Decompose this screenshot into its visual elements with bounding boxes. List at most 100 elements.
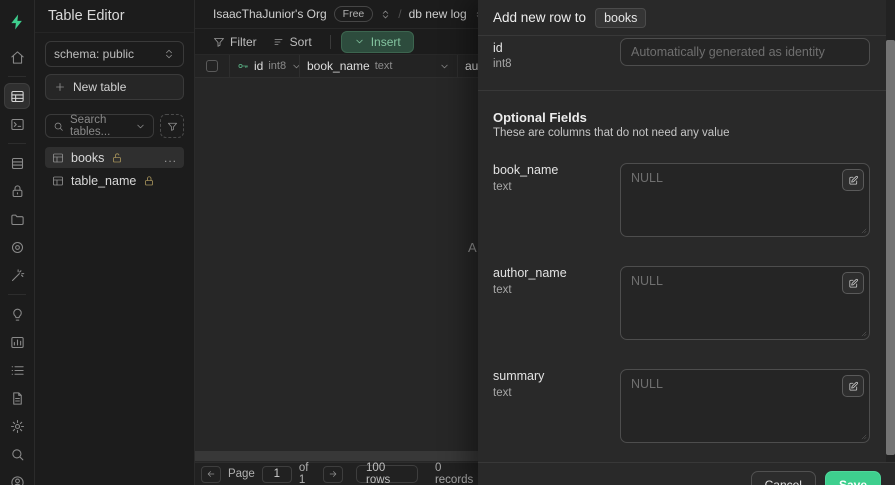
advisors-lightbulb-icon[interactable] [4,301,30,327]
grid-header-row: id int8 book_name text author_name [195,55,478,78]
table-editor-icon[interactable] [4,83,30,109]
edit-pencil-icon [848,278,859,289]
sort-label: Sort [289,34,312,49]
pagination-bar: Page of 1 100 rows 0 records [195,462,478,485]
book-name-textarea[interactable] [620,163,870,237]
column-name: author_name [465,59,478,73]
column-type: int8 [268,60,287,72]
rail-divider [8,143,26,144]
column-header-author-name[interactable]: author_name [458,55,478,77]
search-tables-input[interactable]: Search tables... [45,114,154,138]
expand-editor-button[interactable] [842,169,864,191]
breadcrumb: IsaacThaJunior's Org Free / db new log /… [195,0,478,29]
filter-button[interactable]: Filter [205,32,265,52]
auth-lock-icon[interactable] [4,178,30,204]
expand-editor-button[interactable] [842,272,864,294]
arrow-left-icon [206,469,216,479]
table-name-chip: books [595,7,647,28]
insert-button[interactable]: Insert [340,30,414,53]
edge-functions-icon[interactable] [4,234,30,260]
resize-handle[interactable] [859,226,867,234]
lock-icon [143,175,155,187]
table-icon [52,175,64,187]
panel-title: Add new row to [493,10,587,25]
next-page-button[interactable] [323,465,344,483]
project-name[interactable]: db new log [409,7,467,21]
edit-pencil-icon [848,381,859,392]
plus-icon [54,81,66,93]
funnel-icon [167,121,178,132]
search-icon[interactable] [4,441,30,467]
panel-divider [478,90,886,91]
sort-lines-icon [273,36,285,48]
chevron-down-icon[interactable] [291,61,299,72]
row-menu-dots-icon[interactable]: ... [164,152,177,164]
logs-list-icon[interactable] [4,357,30,383]
table-filter-button[interactable] [160,114,184,138]
new-table-button[interactable]: New table [45,74,184,100]
horizontal-scrollbar[interactable] [195,450,478,462]
nav-rail [0,0,35,485]
optional-fields-title: Optional Fields [493,110,587,125]
supabase-logo-icon[interactable] [4,9,30,35]
records-count: 0 records [434,462,474,485]
breadcrumb-separator: / [398,7,402,21]
api-docs-icon[interactable] [4,385,30,411]
rail-divider [8,294,26,295]
app-window: Table Editor schema: public New table Se… [0,0,895,485]
cancel-button[interactable]: Cancel [750,471,816,485]
author-name-textarea[interactable] [620,266,870,340]
expand-editor-button[interactable] [842,375,864,397]
horizontal-scrollbar-thumb[interactable] [195,451,478,461]
field-type-author-name: text [493,284,512,296]
author-name-field [620,266,870,340]
sql-editor-icon[interactable] [4,111,30,137]
chevron-down-icon [135,121,146,132]
resize-handle[interactable] [859,329,867,337]
page-total-label: of 1 [298,462,309,485]
primary-key-icon [237,60,249,72]
storage-icon[interactable] [4,206,30,232]
save-button[interactable]: Save [824,471,881,485]
account-avatar-icon[interactable] [4,469,30,485]
empty-state-text: A [468,240,477,255]
chevrons-up-down-icon[interactable] [380,9,391,20]
column-type: text [374,60,393,72]
rows-per-page-button[interactable]: 100 rows [356,462,418,485]
plan-badge: Free [333,6,374,22]
id-field-input[interactable] [620,38,870,66]
column-header-id[interactable]: id int8 [230,55,300,77]
column-header-book-name[interactable]: book_name text [300,55,458,77]
panel-footer: Cancel Save [478,462,895,485]
page-label: Page [227,468,255,480]
home-icon[interactable] [4,44,30,70]
summary-textarea[interactable] [620,369,870,443]
grid-body: A [195,78,478,450]
prev-page-button[interactable] [201,465,221,483]
schema-select[interactable]: schema: public [45,41,184,67]
page-number-input[interactable] [261,465,292,483]
reports-chart-icon[interactable] [4,329,30,355]
rail-divider [8,76,26,77]
new-table-label: New table [73,80,127,94]
chevron-down-icon[interactable] [439,61,450,72]
select-all-checkbox[interactable] [195,55,230,77]
sidebar-item-table-name[interactable]: table_name [45,170,184,191]
settings-gear-icon[interactable] [4,413,30,439]
resize-handle[interactable] [859,432,867,440]
checkbox-icon [206,60,218,72]
realtime-icon[interactable] [4,262,30,288]
database-icon[interactable] [4,150,30,176]
org-name[interactable]: IsaacThaJunior's Org [213,7,327,21]
sidebar-item-books[interactable]: books ... [45,147,184,168]
field-type-id: int8 [493,58,512,70]
panel-scrollbar-thumb[interactable] [886,40,895,455]
search-tables-placeholder: Search tables... [70,114,111,138]
panel-scrollbar[interactable] [886,0,895,462]
table-name-label: books [71,150,105,165]
field-type-book-name: text [493,181,512,193]
unlock-icon [111,152,123,164]
filter-label: Filter [230,34,257,49]
sort-button[interactable]: Sort [265,32,320,52]
panel-header: Add new row to books [478,0,895,36]
